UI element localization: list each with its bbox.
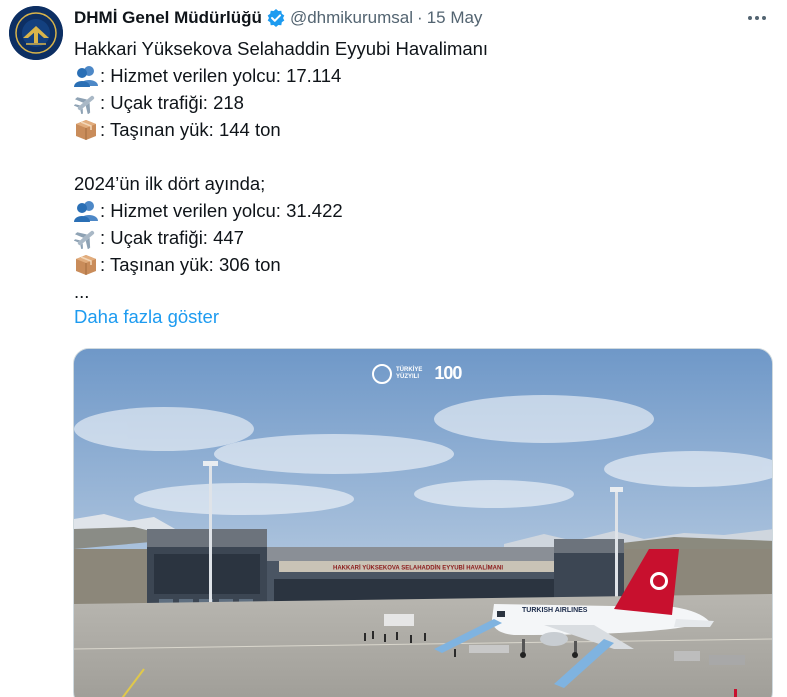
tweet-header: DHMİ Genel Müdürlüğü @dhmikurumsal · 15 … [74,6,775,30]
photo-logos: TÜRKİYE YÜZYILI 100 [372,363,462,384]
text-line: : Uçak trafiği: 218 [74,89,764,116]
tweet-text: Hakkari Yüksekova Selahaddin Eyyubi Hava… [74,35,764,305]
crescent-icon [372,363,392,384]
avatar[interactable] [9,6,63,60]
user-handle[interactable]: @dhmikurumsal [290,8,413,28]
text-line: Hakkari Yüksekova Selahaddin Eyyubi Hava… [74,35,764,62]
show-more-link[interactable]: Daha fazla göster [74,306,219,328]
people-icon [74,200,98,222]
aircraft-livery: TURKISH AIRLINES [522,607,588,614]
centennial-logo: 100 [434,363,462,383]
airplane-icon [74,230,95,249]
package-icon [76,119,96,140]
more-options-button[interactable] [743,6,771,30]
ellipsis: ... [74,281,90,302]
text-line-content: : Taşınan yük: 144 ton [100,119,281,140]
text-line-content: : Hizmet verilen yolcu: 17.114 [100,65,342,86]
text-line-content: : Hizmet verilen yolcu: 31.422 [100,200,343,221]
dhmi-logo-icon [9,6,63,60]
display-name[interactable]: DHMİ Genel Müdürlüğü [74,8,262,28]
text-line-content: : Taşınan yük: 306 ton [100,254,281,275]
people-icon [74,65,98,87]
logo-text-line2: YÜZYILI [396,373,420,380]
turkiye-yuzyili-logo: TÜRKİYE YÜZYILI [372,363,423,384]
text-line-content: : Uçak trafiği: 218 [100,92,244,113]
text-line: : Hizmet verilen yolcu: 17.114 [74,62,764,89]
tweet-photo[interactable]: HAKKARİ YÜKSEKOVA SELAHADDİN EYYUBİ HAVA… [73,348,773,697]
text-line: 2024’ün ilk dört ayında; [74,170,764,197]
text-line: : Taşınan yük: 306 ton [74,251,764,278]
separator-dot: · [417,8,423,27]
logo-text-line1: TÜRKİYE [396,366,423,373]
text-line: : Hizmet verilen yolcu: 31.422 [74,197,764,224]
text-line: ... [74,278,764,305]
airplane-icon [74,95,95,114]
verified-badge-icon[interactable] [266,8,286,28]
more-horizontal-icon [748,16,766,20]
text-line-content: Hakkari Yüksekova Selahaddin Eyyubi Hava… [74,38,489,59]
text-line-content: 2024’ün ilk dört ayında; [74,173,266,194]
text-line: : Uçak trafiği: 447 [74,224,764,251]
tweet-date[interactable]: 15 May [427,8,483,28]
text-line-content: : Uçak trafiği: 447 [100,227,244,248]
terminal-sign: HAKKARİ YÜKSEKOVA SELAHADDİN EYYUBİ HAVA… [333,565,503,572]
airport-photo: HAKKARİ YÜKSEKOVA SELAHADDİN EYYUBİ HAVA… [74,349,772,697]
package-icon [76,254,96,275]
text-line: : Taşınan yük: 144 ton [74,116,764,143]
